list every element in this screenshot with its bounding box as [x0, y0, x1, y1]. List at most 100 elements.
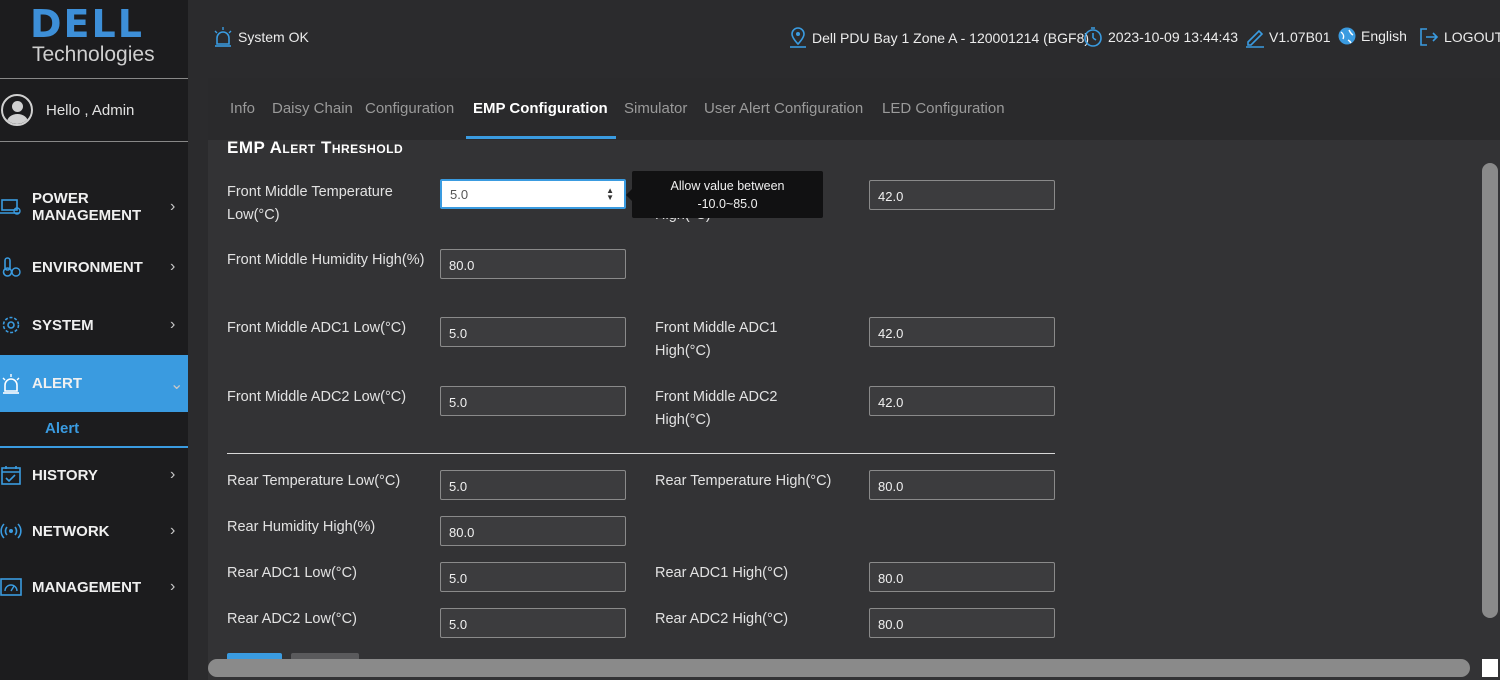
system-status: System OK: [212, 26, 309, 48]
language-selector[interactable]: English: [1337, 26, 1407, 46]
tab-led-configuration[interactable]: LED Configuration: [882, 100, 1005, 117]
sidebar-item-history[interactable]: HISTORY ›: [0, 462, 188, 488]
gear-icon: [0, 314, 22, 336]
chevron-right-icon: ›: [170, 578, 176, 595]
front-temp-low-input[interactable]: 5.0 ▲ ▼: [440, 179, 626, 209]
logout-icon: [1420, 28, 1439, 46]
rear-temp-low-input[interactable]: 5.0: [440, 470, 626, 500]
sidebar-divider: [0, 141, 188, 142]
tab-user-alert-configuration[interactable]: User Alert Configuration: [704, 100, 863, 117]
sidebar-item-management[interactable]: MANAGEMENT ›: [0, 574, 188, 600]
tab-info[interactable]: Info: [230, 100, 255, 117]
active-tab-indicator: [466, 136, 616, 139]
tooltip-line-2: -10.0~85.0: [697, 197, 758, 211]
front-adc1-low-input[interactable]: 5.0: [440, 317, 626, 347]
rear-humidity-high-input[interactable]: 80.0: [440, 516, 626, 546]
alarm-light-icon: [0, 373, 22, 395]
rear-adc1-high-input[interactable]: 80.0: [869, 562, 1055, 592]
sidebar-item-environment[interactable]: ENVIRONMENT ›: [0, 254, 188, 280]
logo-dell-text: DELL: [30, 2, 144, 46]
tab-simulator[interactable]: Simulator: [624, 100, 687, 117]
vertical-scrollbar[interactable]: [1482, 163, 1498, 618]
front-temp-high-input[interactable]: 42.0: [869, 180, 1055, 210]
date-time: 2023-10-09 13:44:43: [1082, 26, 1238, 48]
sidebar-item-system[interactable]: SYSTEM ›: [0, 312, 188, 338]
location-text: Dell PDU Bay 1 Zone A - 120001214 (BGF8): [812, 30, 1090, 46]
field-label: Rear Temperature Low(°C): [227, 473, 401, 489]
sidebar-item-power-management[interactable]: POWER MANAGEMENT ›: [0, 187, 188, 227]
system-status-text: System OK: [238, 29, 309, 45]
sidebar-item-label: MANAGEMENT: [32, 578, 142, 596]
dell-logo: DELL Technologies: [30, 4, 160, 74]
sidebar-item-label: HISTORY: [32, 466, 98, 484]
greeting-text: Hello , Admin: [46, 101, 135, 119]
user-greeting: Hello , Admin: [0, 90, 188, 130]
sidebar-item-label: ALERT: [32, 375, 82, 392]
sidebar-item-label: SYSTEM: [32, 316, 94, 334]
logout-text: LOGOUT: [1444, 29, 1500, 45]
tab-configuration[interactable]: Configuration: [365, 100, 454, 117]
chevron-right-icon: ›: [170, 258, 176, 275]
section-title: EMP Alert Threshold: [227, 138, 404, 157]
field-label: Front Middle ADC1 Low(°C): [227, 320, 407, 336]
top-header: System OK Dell PDU Bay 1 Zone A - 120001…: [188, 0, 1500, 78]
chevron-right-icon: ›: [170, 466, 176, 483]
scrollbar-corner: [1482, 659, 1498, 677]
tab-daisy-chain[interactable]: Daisy Chain: [272, 100, 353, 117]
rear-adc2-low-input[interactable]: 5.0: [440, 608, 626, 638]
field-label: Rear ADC2 High(°C): [655, 611, 789, 627]
timer-icon: [1084, 27, 1102, 47]
tooltip-line-1: Allow value between: [670, 179, 785, 193]
sidebar-item-label: POWER MANAGEMENT: [32, 190, 142, 224]
main-panel: [208, 78, 1500, 680]
rear-adc2-high-input[interactable]: 80.0: [869, 608, 1055, 638]
laptop-icon: [0, 196, 22, 218]
chevron-right-icon: ›: [170, 198, 176, 215]
tab-bar: Info Daisy Chain Configuration EMP Confi…: [208, 78, 1500, 140]
input-value: 5.0: [450, 187, 469, 202]
front-adc2-low-input[interactable]: 5.0: [440, 386, 626, 416]
sidebar-divider: [0, 78, 188, 79]
rear-temp-high-input[interactable]: 80.0: [869, 470, 1055, 500]
range-tooltip: Allow value between -10.0~85.0: [626, 171, 823, 218]
field-label: Front Middle ADC2 High(°C): [655, 389, 778, 428]
firmware-version: V1.07B01: [1245, 26, 1331, 48]
field-label: Front Middle Humidity High(%): [227, 252, 425, 268]
front-humidity-high-input[interactable]: 80.0: [440, 249, 626, 279]
spinner-icon[interactable]: ▲ ▼: [606, 187, 614, 202]
location-pin-icon: [790, 27, 806, 48]
sidebar-item-label: ENVIRONMENT: [32, 258, 143, 276]
datetime-text: 2023-10-09 13:44:43: [1108, 29, 1238, 45]
field-label: Rear ADC2 Low(°C): [227, 611, 357, 627]
rear-adc1-low-input[interactable]: 5.0: [440, 562, 626, 592]
sidebar: DELL Technologies Hello , Admin POWER MA…: [0, 0, 188, 680]
broadcast-icon: [0, 520, 22, 542]
thermometer-icon: [0, 256, 22, 278]
field-label: Front Middle Temperature Low(°C): [227, 184, 393, 223]
dashboard-icon: [0, 576, 22, 598]
logo-technologies-text: Technologies: [32, 43, 155, 66]
front-adc1-high-input[interactable]: 42.0: [869, 317, 1055, 347]
field-label: Front Middle ADC2 Low(°C): [227, 389, 407, 405]
chevron-down-icon: ⌄: [170, 375, 184, 393]
horizontal-scrollbar[interactable]: [208, 659, 1470, 677]
field-label: Rear ADC1 High(°C): [655, 565, 789, 581]
chevron-right-icon: ›: [170, 522, 176, 539]
language-text: English: [1361, 28, 1407, 44]
tab-emp-configuration[interactable]: EMP Configuration: [473, 100, 608, 117]
logout-button[interactable]: LOGOUT: [1418, 26, 1500, 48]
front-adc2-high-input[interactable]: 42.0: [869, 386, 1055, 416]
avatar: [1, 94, 33, 126]
field-label: Rear Humidity High(%): [227, 519, 376, 535]
globe-icon: [1338, 27, 1356, 45]
field-label: Front Middle ADC1 High(°C): [655, 320, 778, 359]
sidebar-subitem-alert[interactable]: Alert: [0, 412, 188, 448]
field-label: Rear ADC1 Low(°C): [227, 565, 357, 581]
sidebar-item-label: NETWORK: [32, 522, 110, 540]
alarm-light-icon: [214, 27, 232, 47]
pencil-icon: [1246, 29, 1264, 48]
sidebar-item-alert[interactable]: ALERT ⌄: [0, 355, 188, 412]
sidebar-item-network[interactable]: NETWORK ›: [0, 518, 188, 544]
version-text: V1.07B01: [1269, 29, 1331, 45]
section-divider: [227, 453, 1055, 454]
